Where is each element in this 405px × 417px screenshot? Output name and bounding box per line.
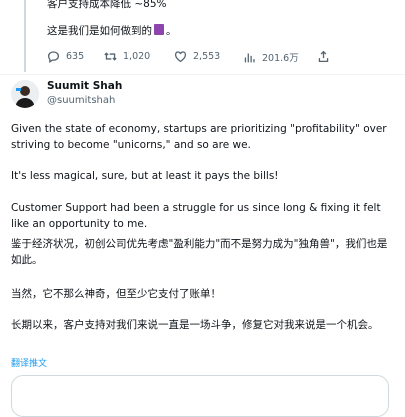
previous-tweet-line-1: 客户支持成本降低 ~85% xyxy=(47,0,167,10)
reply-button[interactable]: 635 xyxy=(47,50,84,63)
heart-icon xyxy=(174,51,187,63)
translate-tweet-link[interactable]: 翻译推文 xyxy=(11,356,47,369)
thread-connector-line xyxy=(24,0,26,72)
reply-icon xyxy=(47,51,60,63)
tweet-divider xyxy=(0,74,405,75)
emoji-icon xyxy=(154,24,164,35)
previous-tweet-line-2-text: 这是我们是如何做到的 xyxy=(47,25,152,37)
avatar[interactable] xyxy=(11,80,39,108)
views-icon xyxy=(244,52,255,62)
previous-tweet-line-2: 这是我们是如何做到的 。 xyxy=(47,24,177,38)
like-count: 2,553 xyxy=(193,51,221,62)
previous-tweet-line-2-end: 。 xyxy=(166,25,177,37)
retweet-count: 1,020 xyxy=(123,51,151,62)
tweet-paragraph-1: Given the state of economy, startups are… xyxy=(11,123,387,151)
tweet-paragraph-4: 鉴于经济状况，初创公司优先考虑"盈利能力"而不是努力成为"独角兽"，我们也是如此… xyxy=(11,238,388,266)
like-button[interactable]: 2,553 xyxy=(174,50,220,63)
tweet-paragraph-5: 当然，它不那么神奇，但至少它支付了账单！ xyxy=(11,288,221,300)
author-handle[interactable]: @suumitshah xyxy=(47,95,115,106)
views-button[interactable]: 201.6万 xyxy=(243,50,299,64)
retweet-icon xyxy=(104,52,117,61)
tweet-paragraph-2: It's less magical, sure, but at least it… xyxy=(11,170,279,182)
author-name[interactable]: Suumit Shah xyxy=(47,80,122,92)
previous-tweet-actions: 635 1,020 2,553 201.6万 xyxy=(47,50,347,68)
avatar-image xyxy=(11,80,39,108)
share-button[interactable] xyxy=(317,50,330,63)
tweet-paragraph-6: 长期以来，客户支持对我们来说一直是一场斗争，修复它对我来说是一个机会。 xyxy=(11,319,379,331)
retweet-button[interactable]: 1,020 xyxy=(104,50,150,63)
views-count: 201.6万 xyxy=(262,53,299,64)
reply-count: 635 xyxy=(66,51,85,62)
link-preview-card[interactable] xyxy=(11,375,389,417)
share-icon xyxy=(318,50,329,63)
tweet-paragraph-3: Customer Support had been a struggle for… xyxy=(11,202,381,230)
